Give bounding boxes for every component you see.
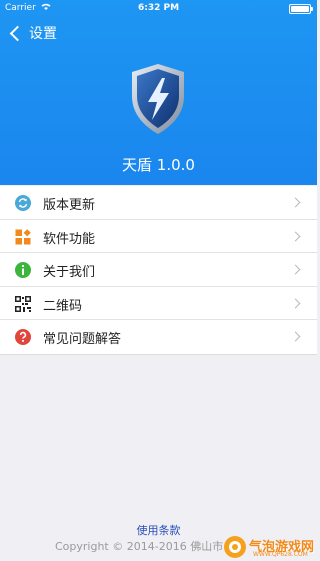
menu-item-qr-code[interactable]: 二维码: [0, 287, 317, 321]
qr-code-icon: [15, 295, 31, 312]
battery-icon: [289, 4, 313, 14]
menu-item-version-update[interactable]: 版本更新: [0, 186, 317, 220]
menu-item-about-us[interactable]: 关于我们: [0, 253, 317, 287]
chevron-right-icon: [290, 331, 301, 342]
question-icon: [15, 329, 31, 346]
menu-item-label: 软件功能: [43, 231, 96, 247]
app-shield-logo-icon: [126, 62, 190, 136]
back-button-label: 设置: [29, 26, 57, 42]
chevron-left-icon: [9, 25, 26, 41]
battery-fill: [291, 6, 309, 12]
grid-icon: [15, 228, 31, 245]
menu-item-faq[interactable]: 常见问题解答: [0, 320, 317, 354]
app-name-version: 天盾 1.0.0: [122, 156, 195, 174]
chevron-right-icon: [290, 231, 301, 242]
menu-item-label: 二维码: [43, 298, 83, 314]
settings-menu: 版本更新 软件功能 关于我们 二维码 常见问题解答: [0, 186, 317, 355]
back-button[interactable]: 设置: [8, 22, 57, 44]
status-bar: Carrier 6:32 PM: [0, 0, 317, 18]
menu-item-label: 常见问题解答: [43, 332, 122, 348]
chevron-right-icon: [290, 197, 301, 208]
copyright-text: Copyright © 2014-2016 佛山市: [55, 540, 224, 553]
watermark-logo: 气泡游戏网 WWW.QP628.COM: [223, 534, 315, 560]
watermark-url: WWW.QP628.COM: [253, 551, 308, 558]
status-time: 6:32 PM: [137, 3, 180, 13]
refresh-icon: [15, 195, 31, 211]
menu-item-features[interactable]: 软件功能: [0, 220, 317, 254]
info-icon: [15, 262, 31, 279]
chevron-right-icon: [290, 298, 301, 309]
menu-item-label: 版本更新: [43, 198, 96, 213]
chevron-right-icon: [290, 264, 301, 275]
menu-item-label: 关于我们: [43, 265, 96, 281]
watermark-icon: [224, 536, 246, 558]
header-banner: Carrier 6:32 PM 设置 天盾 1.0.0: [0, 0, 317, 185]
